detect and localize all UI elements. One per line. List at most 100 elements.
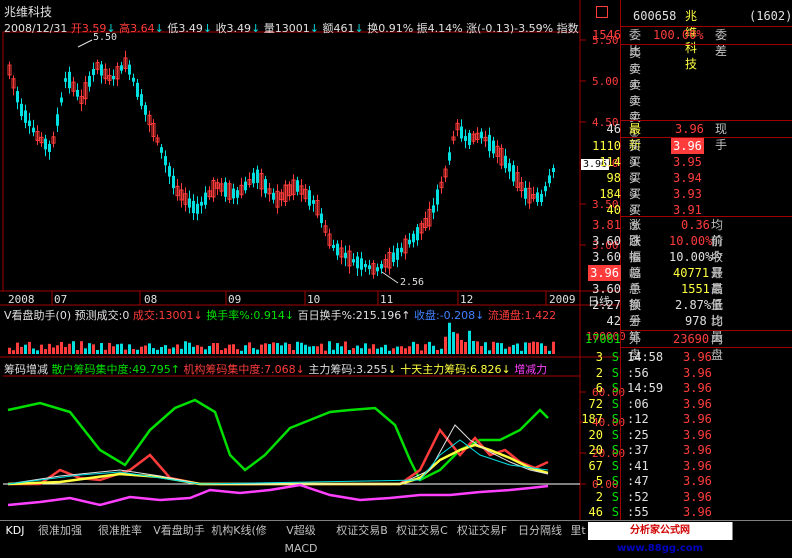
indicator-tab[interactable]: 里t bbox=[568, 522, 589, 540]
volume-bar bbox=[136, 349, 139, 354]
institution-chip-line bbox=[8, 427, 549, 486]
tick-volume: 72 bbox=[588, 396, 603, 411]
volume-bar bbox=[328, 341, 331, 354]
indicator-tab[interactable]: 权证交易B bbox=[332, 522, 393, 540]
vol-title[interactable]: V看盘助手(0) bbox=[4, 309, 71, 322]
tick-time: 14:58 bbox=[627, 350, 664, 364]
candle-body bbox=[16, 91, 19, 103]
indicator-tab[interactable]: 日分隔线 bbox=[512, 522, 569, 540]
candle-body bbox=[256, 169, 259, 183]
tick-price: 3.96 bbox=[683, 474, 712, 488]
tick-price: 3.96 bbox=[683, 350, 712, 364]
volume-bar bbox=[464, 342, 467, 354]
indicator-tab[interactable]: KDJ bbox=[0, 522, 31, 540]
peak-label: 5.50 bbox=[93, 32, 118, 43]
volume-bar bbox=[380, 347, 383, 354]
indicator-tab[interactable]: 很准加强 bbox=[30, 522, 91, 540]
tick-time: :06 bbox=[627, 396, 649, 411]
candle-body bbox=[32, 127, 35, 133]
candle-body bbox=[536, 192, 539, 202]
volume-bar bbox=[356, 345, 359, 354]
volume-bar bbox=[552, 341, 555, 354]
volume-bar bbox=[280, 345, 283, 354]
tick-volume: 2 bbox=[595, 365, 603, 380]
candle-body bbox=[272, 192, 275, 200]
indicator-tab[interactable]: V看盘助手 bbox=[150, 522, 209, 540]
candle-body bbox=[544, 186, 547, 192]
candle-body bbox=[48, 144, 51, 152]
chip-main: 主力筹码:3.255 bbox=[308, 363, 388, 376]
volume-bar bbox=[460, 339, 463, 354]
volume-bar bbox=[504, 348, 507, 354]
tick-price: 3.96 bbox=[683, 427, 712, 442]
volume-bar bbox=[456, 333, 459, 354]
candle-body bbox=[44, 138, 47, 150]
volume-bar bbox=[64, 347, 67, 354]
retail-chip-line bbox=[7, 398, 549, 482]
watermark-url: www.88gg.com bbox=[616, 543, 704, 554]
volume-bar bbox=[412, 341, 415, 354]
volume-bar bbox=[28, 341, 31, 354]
tick-price: 3.96 bbox=[683, 505, 712, 519]
tick-flag: S bbox=[611, 443, 619, 457]
volume-indicator-header: V看盘助手(0) 预测成交:0 成交:13001↓ 换手率%:0.914↓ 百日… bbox=[4, 309, 557, 322]
indicator-tab[interactable]: 权证交易C bbox=[392, 522, 453, 540]
volume-bar bbox=[80, 341, 83, 354]
volume-bar bbox=[232, 344, 235, 354]
volume-bar bbox=[388, 350, 391, 354]
volume-bar bbox=[360, 348, 363, 354]
candle-body bbox=[252, 172, 255, 184]
volume-bar bbox=[488, 350, 491, 354]
chart-area[interactable]: 兆维科技 2008/12/31 开3.59↓ 高3.64↓ 低3.49↓ 收3.… bbox=[0, 0, 626, 520]
tick-flag: S bbox=[611, 396, 619, 411]
volume-bar bbox=[432, 345, 435, 354]
date-tick: 09 bbox=[228, 293, 242, 306]
trough-label: 2.56 bbox=[400, 277, 425, 288]
tick-time: :25 bbox=[627, 427, 649, 442]
volume-bar bbox=[272, 342, 275, 354]
indicator-tab[interactable]: V超级MACD bbox=[270, 522, 333, 555]
volume-bar bbox=[240, 350, 243, 354]
volume-bar bbox=[316, 346, 319, 354]
volume-bar bbox=[376, 348, 379, 354]
volume-bar bbox=[372, 344, 375, 354]
restore-button[interactable] bbox=[596, 6, 608, 18]
volume-bar bbox=[544, 345, 547, 354]
indicator-tab[interactable]: 很准胜率 bbox=[90, 522, 151, 540]
volume-bar bbox=[452, 332, 455, 354]
candle-body bbox=[100, 64, 103, 76]
tick-price: 3.96 bbox=[683, 412, 712, 426]
chart-canvas[interactable] bbox=[0, 0, 620, 520]
candle-body bbox=[400, 247, 403, 253]
now-volume: 46 bbox=[606, 122, 621, 136]
tick-price: 3.96 bbox=[683, 443, 712, 457]
volume-bar bbox=[148, 343, 151, 354]
date-tick: 12 bbox=[460, 293, 474, 306]
volume-bar bbox=[68, 343, 71, 354]
volume-bar bbox=[384, 344, 387, 354]
candle-body bbox=[200, 201, 203, 206]
candle-body bbox=[136, 82, 139, 97]
tick-price: 3.96 bbox=[683, 489, 712, 504]
candle-body bbox=[508, 163, 511, 172]
info-mode[interactable]: 指数 bbox=[557, 22, 579, 35]
volume-bar bbox=[496, 342, 499, 354]
candle-body bbox=[196, 203, 199, 214]
vol-turnover-rate: 换手率%:0.914 bbox=[206, 309, 285, 322]
info-close: 收3.49 bbox=[215, 22, 252, 35]
tick-volume: 187 bbox=[581, 412, 603, 426]
chip-title[interactable]: 筹码增减 bbox=[4, 363, 48, 376]
indicator-tab[interactable]: 机构K线(修 bbox=[208, 522, 271, 540]
volume-bar bbox=[396, 346, 399, 354]
candle-body bbox=[92, 68, 95, 76]
candle-body bbox=[112, 75, 115, 80]
indicator-tab[interactable]: 权证交易F bbox=[452, 522, 513, 540]
volume-bar bbox=[436, 349, 439, 354]
chip-retail: 散户筹码集中度:49.795 bbox=[51, 363, 171, 376]
volume-bar bbox=[476, 341, 479, 354]
volume-bar bbox=[352, 348, 355, 354]
volume-bar bbox=[124, 349, 127, 354]
tick-time: :12 bbox=[627, 412, 649, 426]
tick-price: 3.96 bbox=[683, 381, 712, 395]
volume-bar bbox=[336, 343, 339, 354]
